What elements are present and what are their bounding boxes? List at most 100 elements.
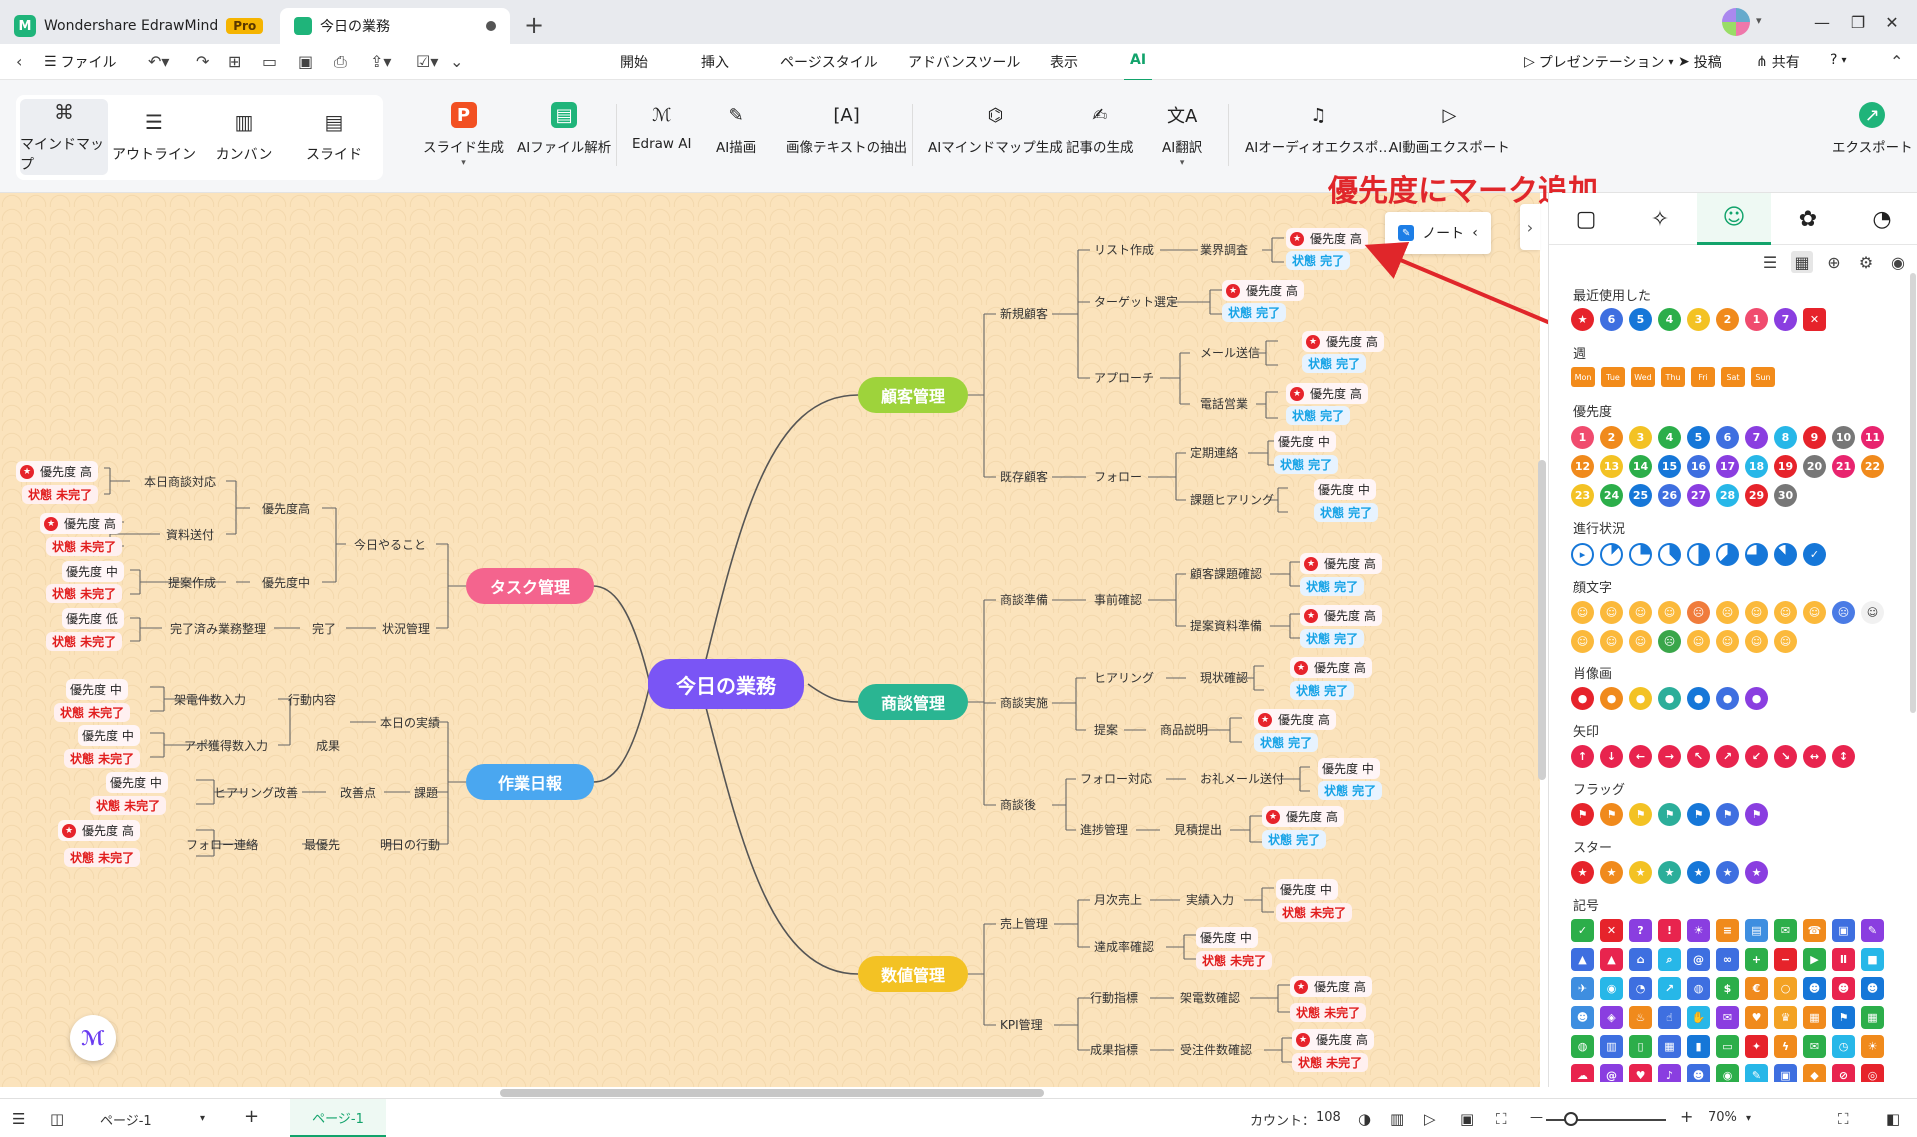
symbol-cross-icon[interactable]: ✕: [1600, 919, 1623, 942]
status-tag[interactable]: 状態 未完了: [46, 537, 123, 556]
tab-start[interactable]: 開始: [620, 52, 648, 72]
priority-tag[interactable]: ★ 優先度 高: [40, 513, 122, 534]
priority-icon[interactable]: 6: [1716, 426, 1739, 449]
symbol-user-icon[interactable]: ☻: [1803, 977, 1826, 1000]
face-wink-icon[interactable]: ☺: [1658, 601, 1681, 624]
topic-customer-issue-check[interactable]: 顧客課題確認: [1190, 566, 1262, 582]
face-happy-icon[interactable]: ☺: [1600, 601, 1623, 624]
topic-after-deal[interactable]: 商談後: [1000, 797, 1036, 813]
flag-teal-icon[interactable]: ⚑: [1658, 803, 1681, 826]
status-tag[interactable]: 状態 完了: [1254, 733, 1319, 752]
topic-action-content[interactable]: 行動内容: [288, 692, 336, 708]
symbol-grid-icon[interactable]: ▦: [1658, 1035, 1681, 1058]
star-orange-icon[interactable]: ★: [1600, 861, 1623, 884]
symbol-mail-icon[interactable]: ✉: [1774, 919, 1797, 942]
symbol-dollar-icon[interactable]: $: [1716, 977, 1739, 1000]
flag-indigo-icon[interactable]: ⚑: [1716, 803, 1739, 826]
progress-37-icon[interactable]: [1658, 543, 1681, 566]
more-chevron-icon[interactable]: ⌄: [450, 52, 463, 71]
priority-icon[interactable]: 5: [1687, 426, 1710, 449]
fullscreen-icon[interactable]: ⛶: [1838, 1110, 1849, 1128]
tab-insert[interactable]: 挿入: [701, 52, 729, 72]
status-tag[interactable]: 状態 完了: [1302, 354, 1367, 373]
priority-icon[interactable]: 21: [1832, 455, 1855, 478]
face-laugh-icon[interactable]: ☺: [1629, 601, 1652, 624]
priority-tag[interactable]: 優先度 中: [78, 725, 140, 746]
symbol-stop-icon[interactable]: ■: [1861, 948, 1884, 971]
mindmap-canvas[interactable]: 今日の業務 顧客管理 商談管理 数値管理 タスク管理 作業日報 新規顧客 既存顧…: [0, 193, 1540, 1087]
topic-high-priority[interactable]: 優先度高: [262, 501, 310, 517]
priority-icon[interactable]: 29: [1745, 484, 1768, 507]
chevron-down-icon[interactable]: ▾: [1746, 1113, 1751, 1124]
arrow-up-right-icon[interactable]: ↗: [1716, 745, 1739, 768]
symbol-calendar-icon[interactable]: ▦: [1861, 1006, 1884, 1029]
symbol-check-icon[interactable]: ✓: [1571, 919, 1594, 942]
status-tag[interactable]: 状態 完了: [1300, 629, 1365, 648]
recent-priority-icon[interactable]: 1: [1745, 308, 1768, 331]
topic-regular-contact[interactable]: 定期連絡: [1190, 445, 1238, 461]
symbol-plane-icon[interactable]: ✈: [1571, 977, 1594, 1000]
main-topic-numbers[interactable]: 数値管理: [858, 956, 968, 992]
face-shock-icon[interactable]: ☺: [1687, 630, 1710, 653]
arrow-down-icon[interactable]: ↓: [1600, 745, 1623, 768]
symbol-sun-icon[interactable]: ☀: [1861, 1035, 1884, 1058]
symbol-person-icon[interactable]: ☻: [1687, 1064, 1710, 1082]
symbol-heart-icon[interactable]: ♥: [1629, 1064, 1652, 1082]
day-icon[interactable]: Thu: [1661, 367, 1685, 387]
priority-tag[interactable]: 優先度 中: [1276, 879, 1338, 900]
topic-proposal[interactable]: 提案: [1094, 722, 1118, 738]
tab-mark-smiley-icon[interactable]: ☺: [1697, 193, 1771, 245]
priority-tag[interactable]: 優先度 中: [1274, 431, 1336, 452]
topic-results[interactable]: 成果: [316, 738, 340, 754]
topic-follow[interactable]: フォロー: [1094, 469, 1142, 485]
panel-scrollbar[interactable]: [1910, 273, 1916, 713]
flag-orange-icon[interactable]: ⚑: [1600, 803, 1623, 826]
symbol-pin-icon[interactable]: ◉: [1716, 1064, 1739, 1082]
face-cry-icon[interactable]: ☹: [1716, 601, 1739, 624]
theme-icon[interactable]: ◑: [1358, 1110, 1371, 1128]
main-topic-report[interactable]: 作業日報: [466, 764, 594, 800]
symbol-play-icon[interactable]: ▶: [1803, 948, 1826, 971]
progress-62-icon[interactable]: [1716, 543, 1739, 566]
status-tag[interactable]: 状態 完了: [1286, 406, 1351, 425]
topic-order-count[interactable]: 受注件数確認: [1180, 1042, 1252, 1058]
progress-87-icon[interactable]: [1774, 543, 1797, 566]
priority-tag[interactable]: 優先度 低: [62, 608, 124, 629]
face-cool-icon[interactable]: ☺: [1745, 630, 1768, 653]
progress-50-icon[interactable]: [1687, 543, 1710, 566]
status-tag[interactable]: 状態 未完了: [46, 632, 123, 651]
face-ghost-icon[interactable]: ☺: [1861, 601, 1884, 624]
topic-hearing-improve[interactable]: ヒアリング改善: [214, 785, 298, 801]
symbol-user2-icon[interactable]: ☻: [1832, 977, 1855, 1000]
status-tag[interactable]: 状態 完了: [1262, 830, 1327, 849]
status-tag[interactable]: 状態 完了: [1286, 251, 1351, 270]
status-tag[interactable]: 状態 完了: [1290, 681, 1355, 700]
topic-approach[interactable]: アプローチ: [1094, 370, 1154, 386]
sidebar-toggle-icon[interactable]: ◫: [50, 1110, 64, 1128]
print-icon[interactable]: ⎙: [334, 52, 347, 72]
zoom-slider-handle[interactable]: [1564, 1112, 1578, 1126]
topic-today-deal[interactable]: 本日商談対応: [144, 474, 216, 490]
topic-call-count[interactable]: 架電数確認: [1180, 990, 1240, 1006]
face-sick-icon[interactable]: ☹: [1658, 630, 1681, 653]
status-tag[interactable]: 状態 完了: [1274, 455, 1339, 474]
topic-monthly-sales[interactable]: 月次売上: [1094, 892, 1142, 908]
symbol-lock-icon[interactable]: ▲: [1571, 948, 1594, 971]
arrow-up-icon[interactable]: ↑: [1571, 745, 1594, 768]
topic-mid-priority[interactable]: 優先度中: [262, 575, 310, 591]
recent-priority-icon[interactable]: 4: [1658, 308, 1681, 331]
ai-drawing-button[interactable]: ✎ AI描画: [716, 102, 756, 157]
progress-12-icon[interactable]: [1600, 543, 1623, 566]
tab-view[interactable]: 表示: [1050, 52, 1078, 72]
flag-red-icon[interactable]: ⚑: [1571, 803, 1594, 826]
symbol-exclamation-icon[interactable]: !: [1658, 919, 1681, 942]
recent-priority-icon[interactable]: 2: [1716, 308, 1739, 331]
portrait-blue-icon[interactable]: ●: [1687, 687, 1710, 710]
symbol-phone-icon[interactable]: ☎: [1803, 919, 1826, 942]
post-button[interactable]: ➤ 投稿: [1678, 52, 1722, 72]
face-grin-icon[interactable]: ☺: [1571, 630, 1594, 653]
arrow-vertical-icon[interactable]: ↕: [1832, 745, 1855, 768]
topic-send-docs[interactable]: 資料送付: [166, 527, 214, 543]
priority-tag[interactable]: ★ 優先度 高: [1300, 605, 1382, 626]
portrait-yellow-icon[interactable]: ●: [1629, 687, 1652, 710]
